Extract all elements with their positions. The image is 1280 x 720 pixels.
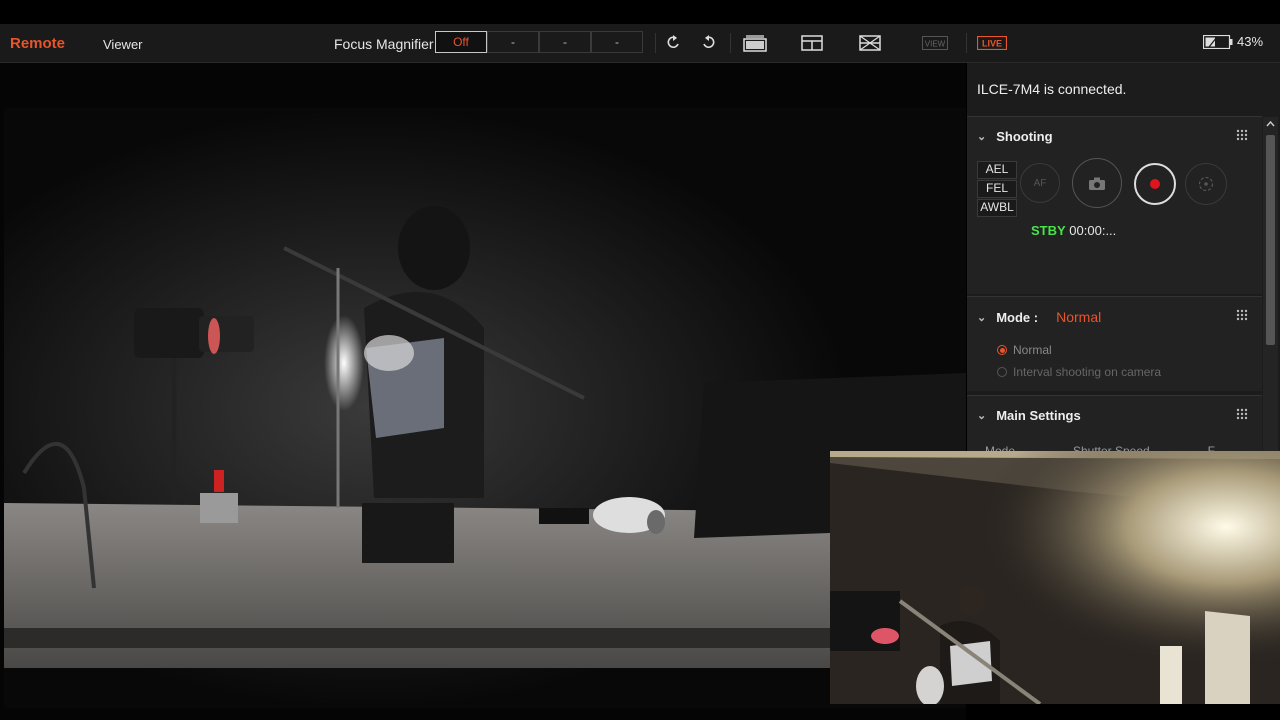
connection-status: ILCE-7M4 is connected. <box>977 81 1127 97</box>
split-view-icon[interactable] <box>800 32 824 54</box>
battery-status: 43% <box>1203 34 1263 49</box>
af-label: AF <box>1033 177 1047 189</box>
main-settings-title: Main Settings <box>996 408 1081 423</box>
mode-header[interactable]: ⌄ Mode : Normal <box>977 309 1101 325</box>
focus-magnifier-option-4[interactable]: - <box>591 31 643 53</box>
chevron-down-icon[interactable]: ⌄ <box>977 130 986 143</box>
mode-option-label: Interval shooting on camera <box>1013 365 1162 379</box>
drag-handle-icon[interactable] <box>1236 408 1248 420</box>
mode-section: ⌄ Mode : Normal Normal Interval shooting… <box>967 296 1262 391</box>
battery-icon <box>1203 34 1233 49</box>
top-toolbar: Remote Viewer Focus Magnifier Off - - - … <box>0 24 1280 63</box>
toolbar-divider <box>655 33 656 53</box>
rotate-right-icon[interactable] <box>700 32 716 54</box>
battery-percentage: 43% <box>1237 34 1264 49</box>
app-brand: Remote <box>10 35 66 52</box>
mode-value: Normal <box>1056 309 1102 325</box>
scrollbar-thumb[interactable] <box>1266 135 1275 345</box>
camera-icon <box>1089 177 1105 190</box>
ael-button[interactable]: AEL <box>977 161 1017 179</box>
picture-in-picture-video <box>830 451 1280 704</box>
mode-title: Mode : <box>996 309 1039 325</box>
main-settings-row: Mode Shutter Speed F <box>985 444 1215 451</box>
standby-label: STBY <box>1031 223 1066 238</box>
focus-magnifier-option-2[interactable]: - <box>487 31 539 53</box>
focus-magnifier-option-3[interactable]: - <box>539 31 591 53</box>
focus-magnifier-off-button[interactable]: Off <box>435 31 487 53</box>
mode-option-interval[interactable]: Interval shooting on camera <box>997 365 1161 379</box>
chevron-down-icon[interactable]: ⌄ <box>977 409 986 422</box>
chevron-down-icon[interactable]: ⌄ <box>977 311 986 324</box>
toolbar-divider <box>966 33 967 53</box>
tab-viewer[interactable]: Viewer <box>103 37 143 52</box>
view-mode-text: VIEW <box>925 40 946 49</box>
scroll-up-icon[interactable] <box>1263 118 1278 130</box>
radio-selected-icon[interactable] <box>997 345 1007 355</box>
shutter-button[interactable] <box>1072 158 1122 208</box>
grid-overlay-icon[interactable] <box>858 32 882 54</box>
view-mode-icon[interactable]: VIEW <box>921 32 949 54</box>
setting-shutter-label: Shutter Speed <box>1072 444 1150 451</box>
record-timecode: 00:00:... <box>1069 223 1117 238</box>
self-timer-button[interactable] <box>1185 163 1227 205</box>
lock-buttons: AEL FEL AWBL <box>977 161 1017 218</box>
live-badge-text: LIVE <box>982 39 1002 49</box>
webcam-image <box>830 451 1280 704</box>
drag-handle-icon[interactable] <box>1236 309 1248 321</box>
setting-mode-label: Mode <box>985 444 1016 451</box>
main-settings-header[interactable]: ⌄ Main Settings <box>977 408 1081 423</box>
radio-unselected-icon[interactable] <box>997 367 1007 377</box>
live-view-area[interactable] <box>0 63 966 720</box>
record-button[interactable] <box>1134 163 1176 205</box>
single-view-icon[interactable] <box>742 32 768 54</box>
panel-scrollbar[interactable] <box>1263 117 1278 451</box>
record-dot-icon <box>1150 179 1160 189</box>
mode-option-label: Normal <box>1013 343 1052 357</box>
setting-f-label: F <box>1207 444 1215 451</box>
af-button[interactable]: AF <box>1020 163 1060 203</box>
shooting-title: Shooting <box>996 129 1053 144</box>
focus-magnifier-options: Off - - - <box>435 31 643 55</box>
awbl-button[interactable]: AWBL <box>977 199 1017 217</box>
shooting-header[interactable]: ⌄ Shooting <box>977 129 1053 144</box>
fel-button[interactable]: FEL <box>977 180 1017 198</box>
control-panel: ILCE-7M4 is connected. ⌄ Shooting AEL FE… <box>967 63 1280 452</box>
live-view-image <box>4 108 966 708</box>
focus-magnifier-label: Focus Magnifier <box>334 36 434 52</box>
recording-status: STBY 00:00:... <box>1031 223 1116 238</box>
shooting-section: ⌄ Shooting AEL FEL AWBL AF STBY 00:00:..… <box>967 116 1262 294</box>
timer-icon <box>1198 176 1214 192</box>
rotate-left-icon[interactable] <box>666 32 682 54</box>
drag-handle-icon[interactable] <box>1236 129 1248 141</box>
toolbar-divider <box>730 33 731 53</box>
live-view-icon[interactable]: LIVE <box>976 32 1008 54</box>
mode-option-normal[interactable]: Normal <box>997 343 1052 357</box>
